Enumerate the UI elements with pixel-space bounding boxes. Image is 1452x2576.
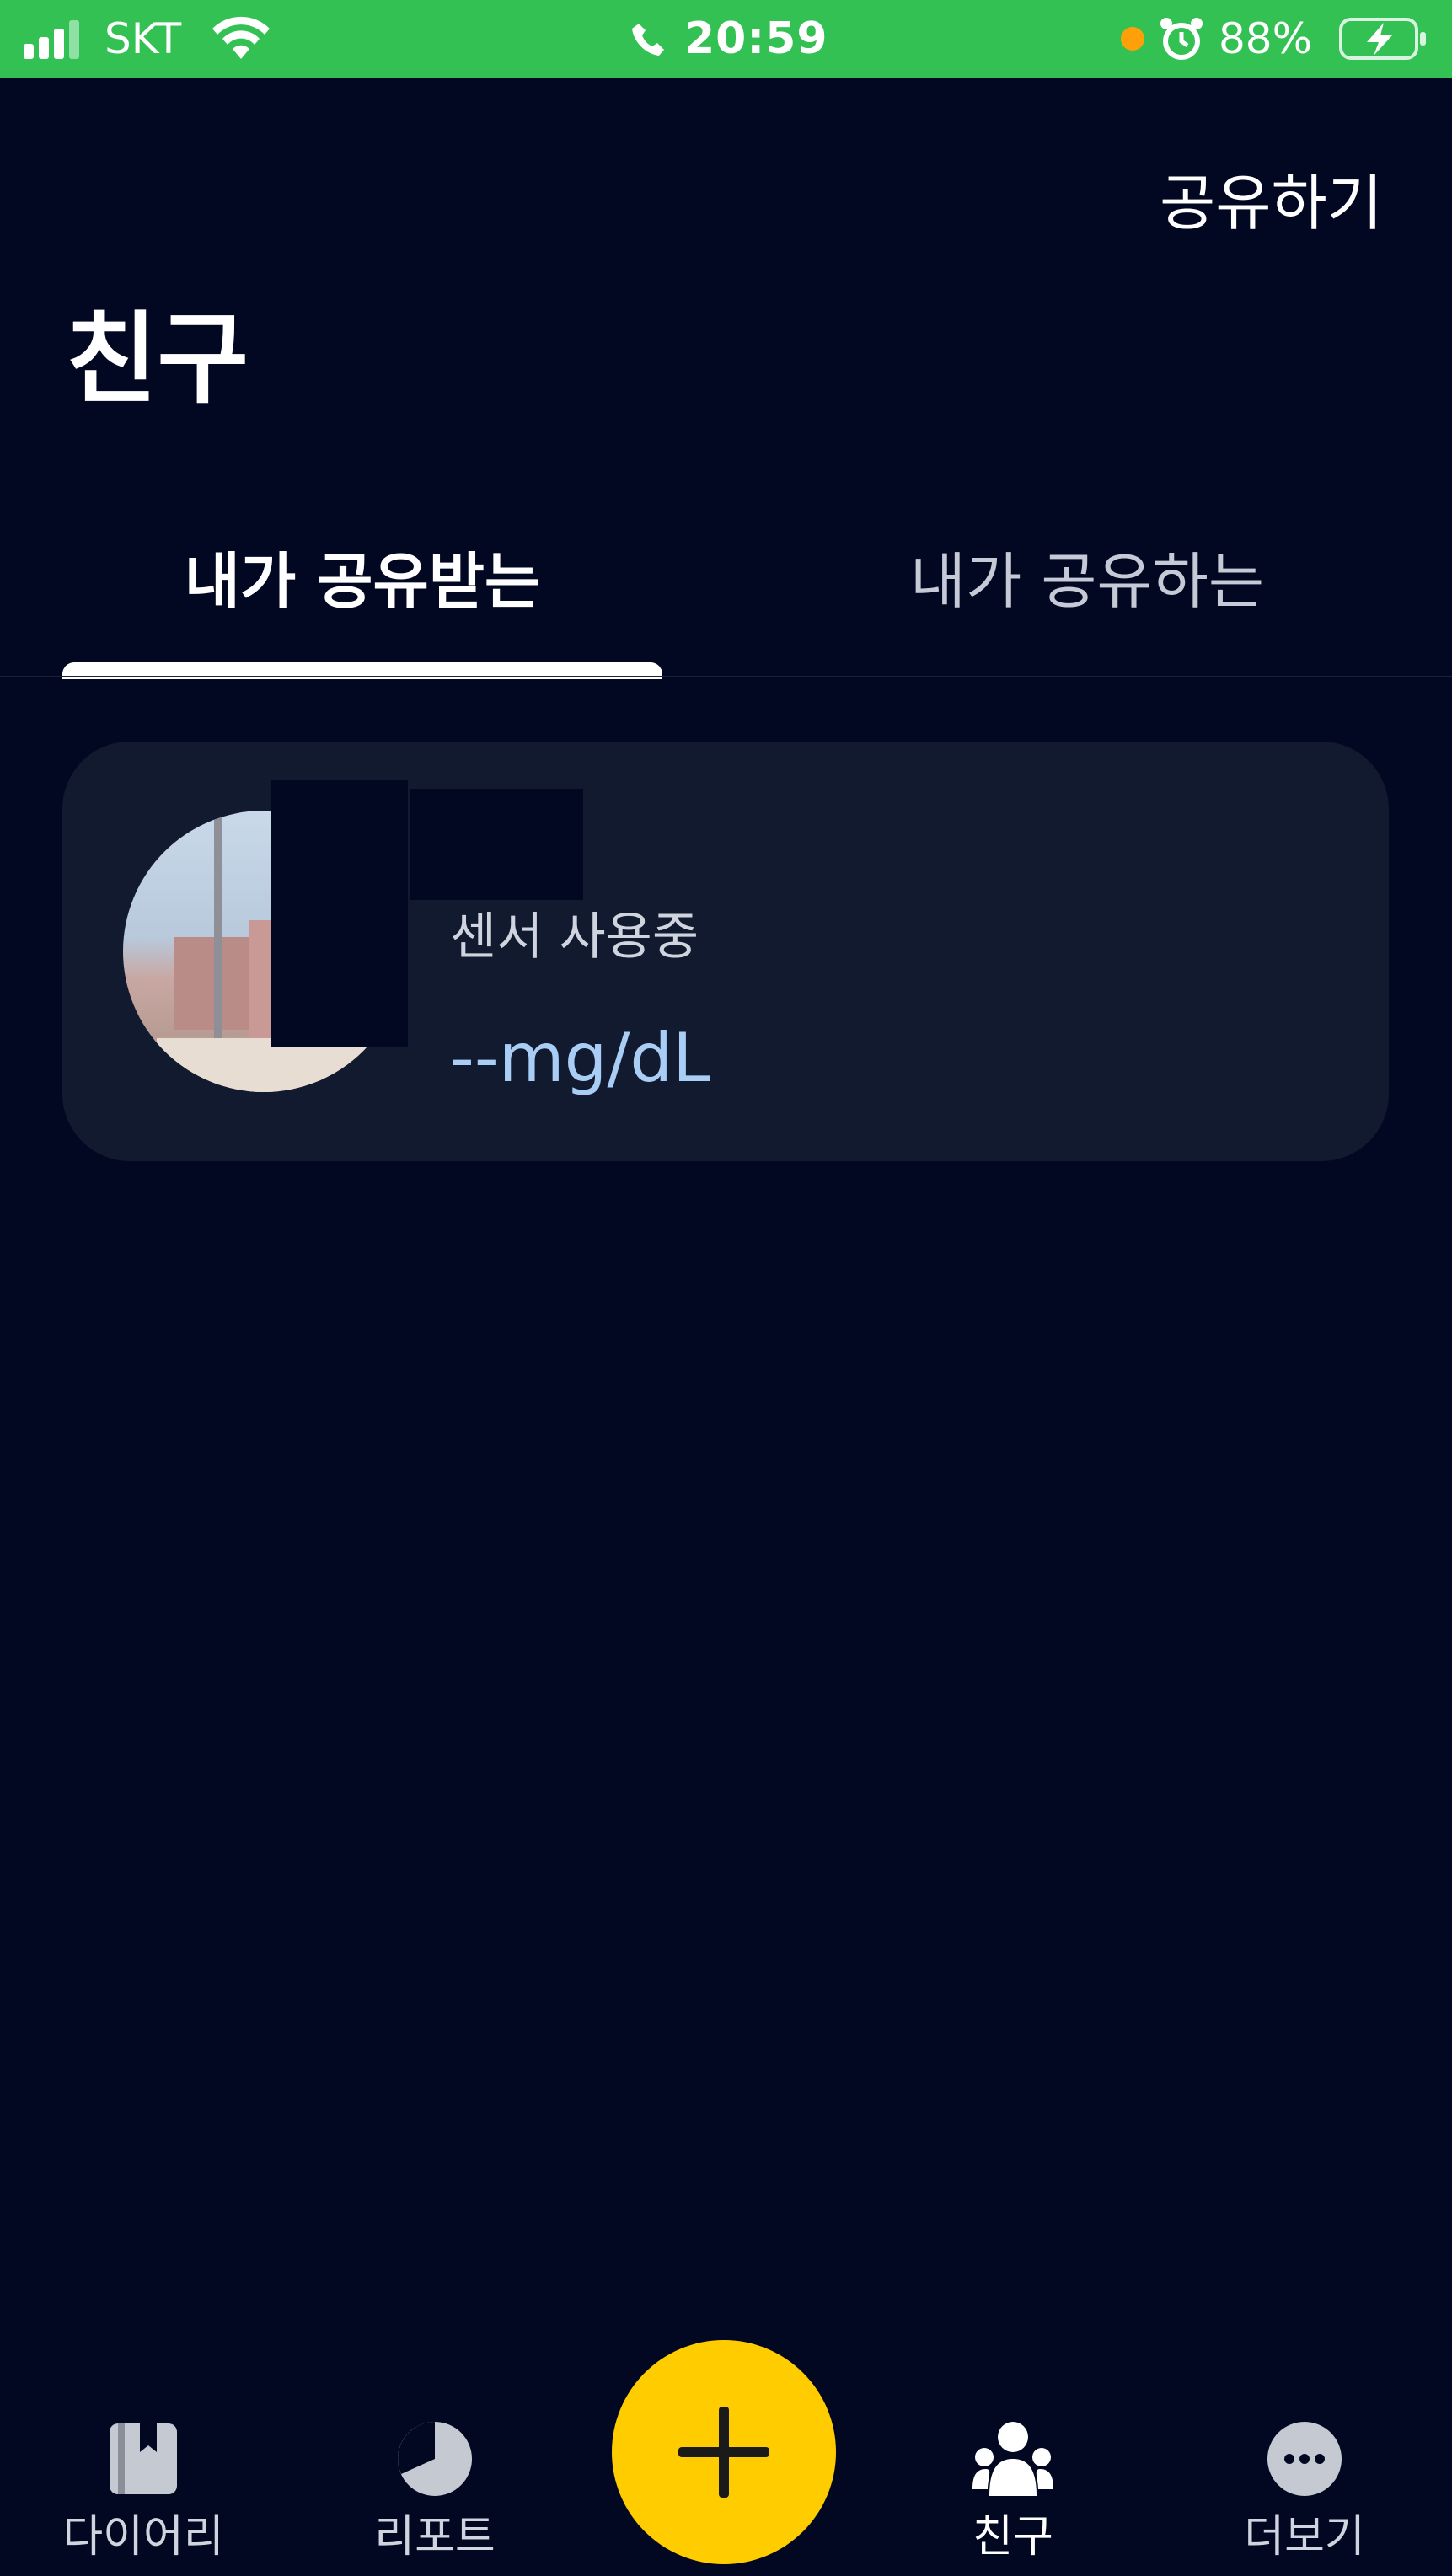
status-bar: SKT 20:59 88% [0, 0, 1452, 78]
wifi-icon [212, 16, 270, 59]
more-icon [1267, 2422, 1342, 2496]
nav-label-friends: 친구 [972, 2512, 1053, 2563]
nav-label-diary: 다이어리 [62, 2512, 224, 2563]
battery-charging-icon [1339, 18, 1426, 60]
privacy-indicator-dot [1121, 27, 1144, 51]
battery-percent: 88% [1219, 14, 1313, 63]
call-icon [632, 24, 664, 56]
add-button[interactable] [612, 2340, 836, 2564]
signal-icon [24, 20, 79, 59]
share-button[interactable]: 공유하기 [1160, 165, 1383, 241]
friend-card[interactable]: 센서 사용중 --mg/dL [62, 742, 1389, 1161]
plus-icon [678, 2407, 769, 2498]
alarm-icon [1160, 18, 1203, 60]
nav-label-report: 리포트 [374, 2512, 496, 2563]
report-icon [398, 2422, 472, 2496]
page-title: 친구 [66, 301, 249, 417]
tab-divider [0, 676, 1452, 677]
nav-item-friends[interactable]: 친구 [903, 2334, 1122, 2576]
tab-received[interactable]: 내가 공유받는 [62, 539, 662, 624]
clock: 20:59 [684, 13, 828, 64]
redacted-name [410, 789, 583, 900]
nav-item-more[interactable]: 더보기 [1195, 2334, 1414, 2576]
carrier-label: SKT [104, 14, 182, 63]
friend-glucose-value: --mg/dL [450, 1019, 710, 1097]
nav-item-report[interactable]: 리포트 [325, 2334, 544, 2576]
redacted-block [271, 780, 408, 1047]
friend-sensor-status: 센서 사용중 [450, 908, 699, 967]
tab-sharing[interactable]: 내가 공유하는 [801, 539, 1374, 624]
friends-icon [972, 2422, 1053, 2496]
nav-label-more: 더보기 [1244, 2512, 1365, 2563]
nav-item-diary[interactable]: 다이어리 [34, 2334, 253, 2576]
diary-icon [110, 2423, 177, 2494]
